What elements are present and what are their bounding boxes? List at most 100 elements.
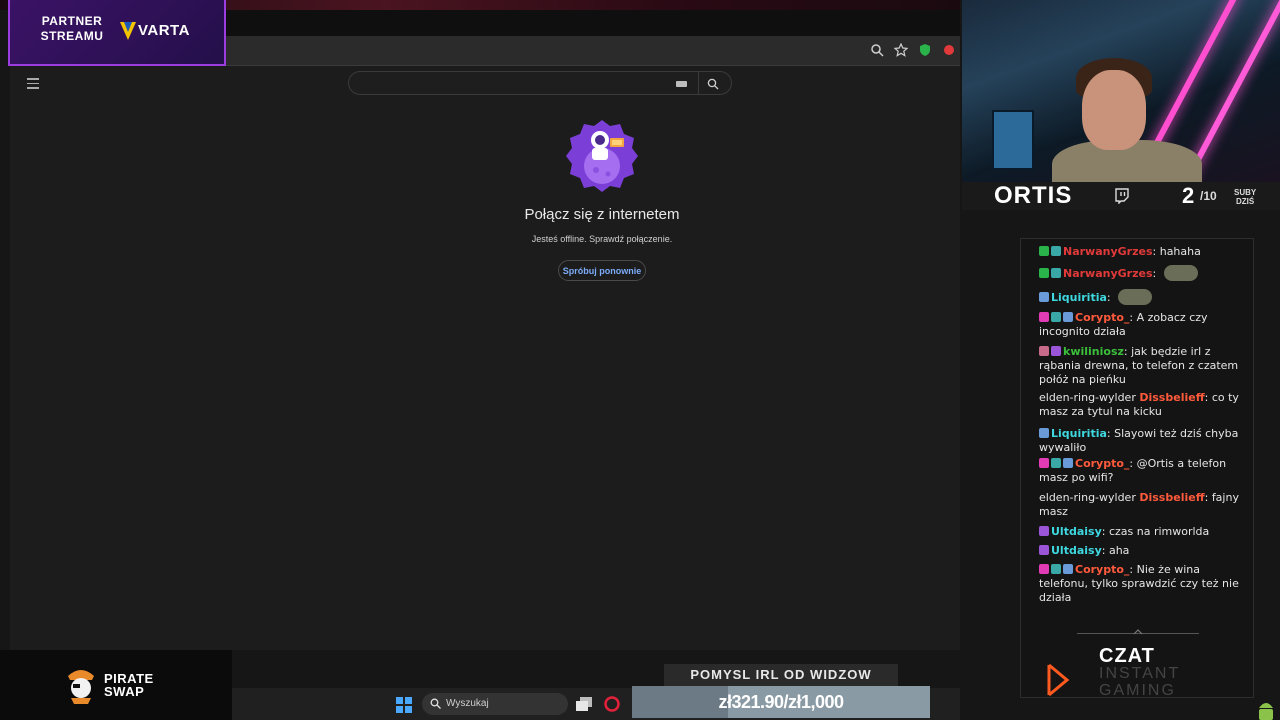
chat-message: kwiliniosz: jak będzie irl z rąbania dre… <box>1039 345 1239 387</box>
chat-message: elden-ring-wylder Dissbelieff: co ty mas… <box>1039 391 1239 419</box>
taskbar-search[interactable]: Wyszukaj <box>422 693 568 715</box>
chat-emote-icon <box>1163 265 1198 281</box>
varta-logo-icon <box>120 22 136 40</box>
pirate-line-2: SWAP <box>104 684 145 699</box>
partner-line-2: STREAMU <box>40 29 104 43</box>
chat-colon: : <box>1101 544 1109 557</box>
chat-message: NarwanyGrzes: hahaha <box>1039 245 1239 259</box>
chat-colon: : <box>1129 563 1137 576</box>
bookmark-star-icon[interactable] <box>893 42 909 57</box>
chat-badge-icon <box>1039 268 1049 278</box>
chat-text: hahaha <box>1159 245 1201 258</box>
address-bar-icons <box>870 42 956 57</box>
chat-badge-icon <box>1039 246 1049 256</box>
donation-goal-text: zł321.90/zł1,000 <box>718 692 844 712</box>
chat-username[interactable]: Ultdaisy <box>1051 544 1102 557</box>
webcam-feed <box>962 0 1280 182</box>
chat-badge-icon <box>1039 428 1049 438</box>
chat-badge-icon <box>1039 564 1049 574</box>
chat-username[interactable]: Liquiritia <box>1051 427 1107 440</box>
chat-username[interactable]: Corypto_ <box>1075 563 1129 576</box>
chat-colon: : <box>1129 457 1137 470</box>
offline-astronaut-icon <box>566 120 638 192</box>
chat-message: elden-ring-wylder Dissbelieff: fajny mas… <box>1039 491 1239 519</box>
varta-brand: VARTA <box>138 22 190 39</box>
chat-badge-icon <box>1051 564 1061 574</box>
chat-badge-icon <box>1039 526 1049 536</box>
subs-goal: /10 <box>1200 189 1217 203</box>
chat-text: czas na rimworlda <box>1108 525 1210 538</box>
chat-username[interactable]: Corypto_ <box>1075 311 1129 324</box>
donation-goal-bar: zł321.90/zł1,000 <box>632 686 930 718</box>
hamburger-menu-icon[interactable] <box>27 78 39 89</box>
chat-message: Liquiritia: <box>1039 289 1239 305</box>
android-mascot-icon <box>1259 703 1273 720</box>
sponsor-pirateswap-badge: PIRATE SWAP <box>0 650 232 720</box>
streamer-head <box>1082 70 1146 150</box>
chat-badge-icon <box>1039 346 1049 356</box>
zoom-icon[interactable] <box>870 43 884 57</box>
retry-button[interactable]: Spróbuj ponownie <box>558 260 646 281</box>
search-box[interactable] <box>348 71 732 95</box>
chat-badge-icon <box>1039 292 1049 302</box>
chevron-up-icon <box>1133 629 1143 635</box>
chat-text: aha <box>1108 544 1130 557</box>
chat-badge-icon <box>1063 458 1073 468</box>
twitch-icon <box>1115 188 1129 204</box>
taskbar-search-placeholder: Wyszukaj <box>446 698 489 709</box>
extension-shield-icon[interactable] <box>918 43 932 57</box>
chat-colon: : <box>1204 391 1212 404</box>
background-monitor <box>992 110 1034 170</box>
chat-badge-icon <box>1063 312 1073 322</box>
partner-line-1: PARTNER <box>41 14 103 28</box>
chat-badge-icon <box>1039 312 1049 322</box>
chat-username[interactable]: Dissbelieff <box>1139 491 1204 504</box>
left-strip <box>0 10 10 650</box>
subs-count: 2 <box>1182 183 1195 208</box>
chat-badge-icon <box>1039 545 1049 555</box>
chat-colon: : <box>1106 291 1115 304</box>
chat-footer-line-1: INSTANT <box>1099 665 1181 682</box>
chat-panel[interactable]: CZAT INSTANT GAMING NarwanyGrzes: hahaha… <box>1020 238 1254 699</box>
chat-badge-alt-text: elden-ring-wylder <box>1039 391 1140 404</box>
chat-badge-icon <box>1051 312 1061 322</box>
subs-label: SUBY DZIŚ <box>1234 188 1256 206</box>
keyboard-icon[interactable] <box>676 81 687 87</box>
chat-username[interactable]: NarwanyGrzes <box>1063 245 1153 258</box>
opera-browser-icon[interactable] <box>604 696 620 712</box>
chat-message: Ultdaisy: aha <box>1039 544 1239 558</box>
search-divider <box>698 72 699 94</box>
instant-gaming-logo-icon <box>1047 663 1070 697</box>
chat-badge-icon <box>1063 564 1073 574</box>
chat-emote-icon <box>1118 289 1153 305</box>
partner-label: PARTNER STREAMU <box>32 14 112 44</box>
chat-colon: : <box>1101 525 1109 538</box>
chat-message: Liquiritia: Slayowi też dziś chyba wywal… <box>1039 427 1239 455</box>
chat-footer-brand: INSTANT GAMING <box>1099 665 1180 699</box>
taskbar-search-icon <box>430 698 441 709</box>
chat-footer-line-2: GAMING <box>1099 682 1176 699</box>
chat-username[interactable]: kwiliniosz <box>1063 345 1124 358</box>
offline-title: Połącz się z internetem <box>524 206 680 223</box>
chat-username[interactable]: Liquiritia <box>1051 291 1107 304</box>
chat-badge-icon <box>1051 346 1061 356</box>
chat-message: Corypto_: @Ortis a telefon masz po wifi? <box>1039 457 1239 485</box>
chat-colon: : <box>1152 267 1160 280</box>
windows-start-icon[interactable] <box>396 697 412 713</box>
streamer-name-bar: ORTIS 2 /10 SUBY DZIŚ <box>962 182 1280 210</box>
pirate-swap-label: PIRATE SWAP <box>104 672 154 698</box>
chat-badge-icon <box>1051 268 1061 278</box>
chat-badge-icon <box>1051 458 1061 468</box>
chat-username[interactable]: NarwanyGrzes <box>1063 267 1153 280</box>
offline-subtitle: Jesteś offline. Sprawdź połączenie. <box>531 234 673 244</box>
chat-username[interactable]: Corypto_ <box>1075 457 1129 470</box>
chat-badge-icon <box>1039 458 1049 468</box>
chat-message: Corypto_: A zobacz czy incognito działa <box>1039 311 1239 339</box>
opera-extension-icon[interactable] <box>942 43 956 57</box>
chat-username[interactable]: Dissbelieff <box>1139 391 1204 404</box>
chat-username[interactable]: Ultdaisy <box>1051 525 1102 538</box>
browser-page <box>10 66 960 650</box>
search-icon[interactable] <box>707 77 719 90</box>
task-view-icon[interactable] <box>576 697 592 711</box>
chat-colon: : <box>1204 491 1212 504</box>
